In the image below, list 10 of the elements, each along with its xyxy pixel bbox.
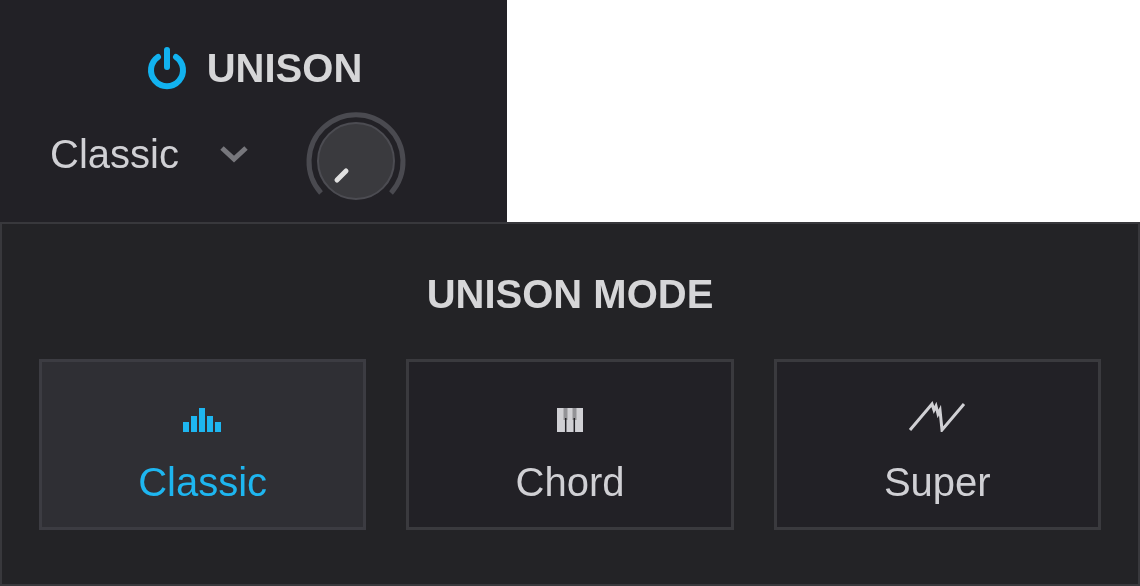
mode-option[interactable]: Classic [39, 359, 367, 530]
section-title: UNISON [206, 46, 363, 91]
bars-icon [181, 408, 224, 432]
panel-title: UNISON MODE [426, 272, 714, 317]
mode-option[interactable]: Chord [406, 359, 734, 530]
chevron-down-icon [218, 145, 249, 163]
mode-dropdown[interactable]: Classic [50, 131, 249, 177]
mode-option[interactable]: Super [773, 359, 1101, 530]
piano-keys-icon [557, 408, 583, 432]
sawtooth-wave-icon [908, 400, 967, 432]
